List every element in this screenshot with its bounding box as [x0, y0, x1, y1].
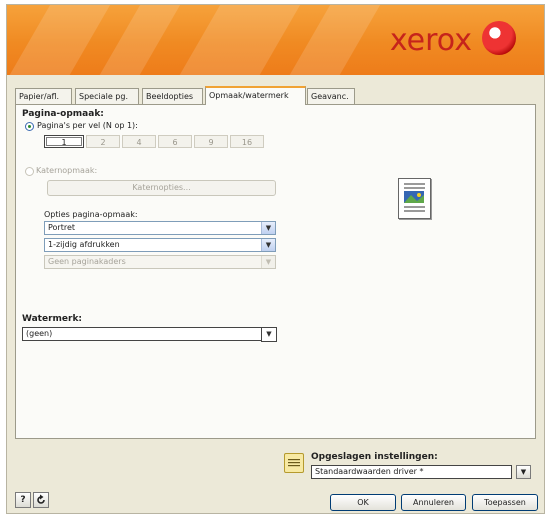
apply-button[interactable]: Toepassen: [472, 494, 538, 511]
layout-watermark-panel: Pagina-opmaak: Pagina's per vel (N op 1)…: [15, 104, 536, 439]
saved-settings-graphic: [288, 459, 300, 467]
nup-16-button[interactable]: 16: [230, 135, 264, 148]
pages-per-sheet-label: Pagina's per vel (N op 1):: [37, 121, 138, 130]
printer-properties-dialog: xerox Papier/afl. Speciale pg. Beeldopti…: [6, 4, 545, 514]
chevron-down-icon[interactable]: ▼: [261, 222, 275, 234]
tab-layout-watermark[interactable]: Opmaak/watermerk: [205, 86, 306, 105]
watermark-select[interactable]: (geen) ▼: [22, 327, 277, 342]
saved-settings-value: Standaardwaarden driver *: [315, 467, 424, 476]
saved-settings-title: Opgeslagen instellingen:: [311, 452, 438, 462]
xerox-logo-icon: [482, 21, 516, 55]
nup-4-button[interactable]: 4: [122, 135, 156, 148]
tab-advanced[interactable]: Geavanc.: [307, 88, 355, 104]
tab-special-pages[interactable]: Speciale pg.: [75, 88, 139, 104]
reset-button[interactable]: [33, 492, 49, 508]
sides-value: 1-zijdig afdrukken: [48, 240, 120, 249]
xerox-banner: xerox: [7, 5, 544, 75]
layout-options-label: Opties pagina-opmaak:: [44, 210, 138, 219]
page-preview-graphic: [404, 183, 425, 212]
tab-image-options[interactable]: Beeldopties: [142, 88, 203, 104]
nup-1-button[interactable]: 1: [44, 135, 84, 148]
chevron-down-icon[interactable]: ▼: [261, 256, 275, 268]
booklet-radio[interactable]: [25, 167, 34, 176]
orientation-value: Portret: [48, 223, 76, 232]
banner-stripe: [7, 5, 116, 75]
tab-paper-output[interactable]: Papier/afl.: [15, 88, 72, 104]
banner-stripe: [278, 5, 386, 75]
help-button[interactable]: ?: [15, 492, 31, 508]
sides-select[interactable]: 1-zijdig afdrukken ▼: [44, 238, 276, 252]
chevron-down-icon[interactable]: ▼: [261, 239, 275, 251]
pages-per-sheet-radio[interactable]: [25, 122, 34, 131]
watermark-title: Watermerk:: [22, 314, 83, 324]
page-border-value: Geen paginakaders: [48, 257, 126, 266]
chevron-down-icon[interactable]: ▼: [261, 327, 277, 342]
saved-settings-icon: [284, 453, 304, 473]
cancel-button[interactable]: Annuleren: [401, 494, 466, 511]
nup-2-button[interactable]: 2: [86, 135, 120, 148]
refresh-icon: [37, 494, 45, 504]
booklet-label: Katernopmaak:: [36, 166, 98, 175]
page-border-select[interactable]: Geen paginakaders ▼: [44, 255, 276, 269]
orientation-select[interactable]: Portret ▼: [44, 221, 276, 235]
nup-9-button[interactable]: 9: [194, 135, 228, 148]
bottom-bar: Opgeslagen instellingen: Standaardwaarde…: [7, 439, 544, 513]
page-preview-icon: [398, 178, 431, 219]
booklet-options-button[interactable]: Katernopties...: [47, 180, 276, 196]
watermark-value: (geen): [26, 329, 53, 338]
nup-6-button[interactable]: 6: [158, 135, 192, 148]
chevron-down-icon[interactable]: ▼: [516, 465, 531, 479]
page-layout-title: Pagina-opmaak:: [22, 109, 104, 119]
ok-button[interactable]: OK: [330, 494, 396, 511]
banner-stripe: [168, 5, 306, 75]
saved-settings-select[interactable]: Standaardwaarden driver *: [311, 465, 512, 479]
xerox-logo-text: xerox: [389, 23, 472, 58]
